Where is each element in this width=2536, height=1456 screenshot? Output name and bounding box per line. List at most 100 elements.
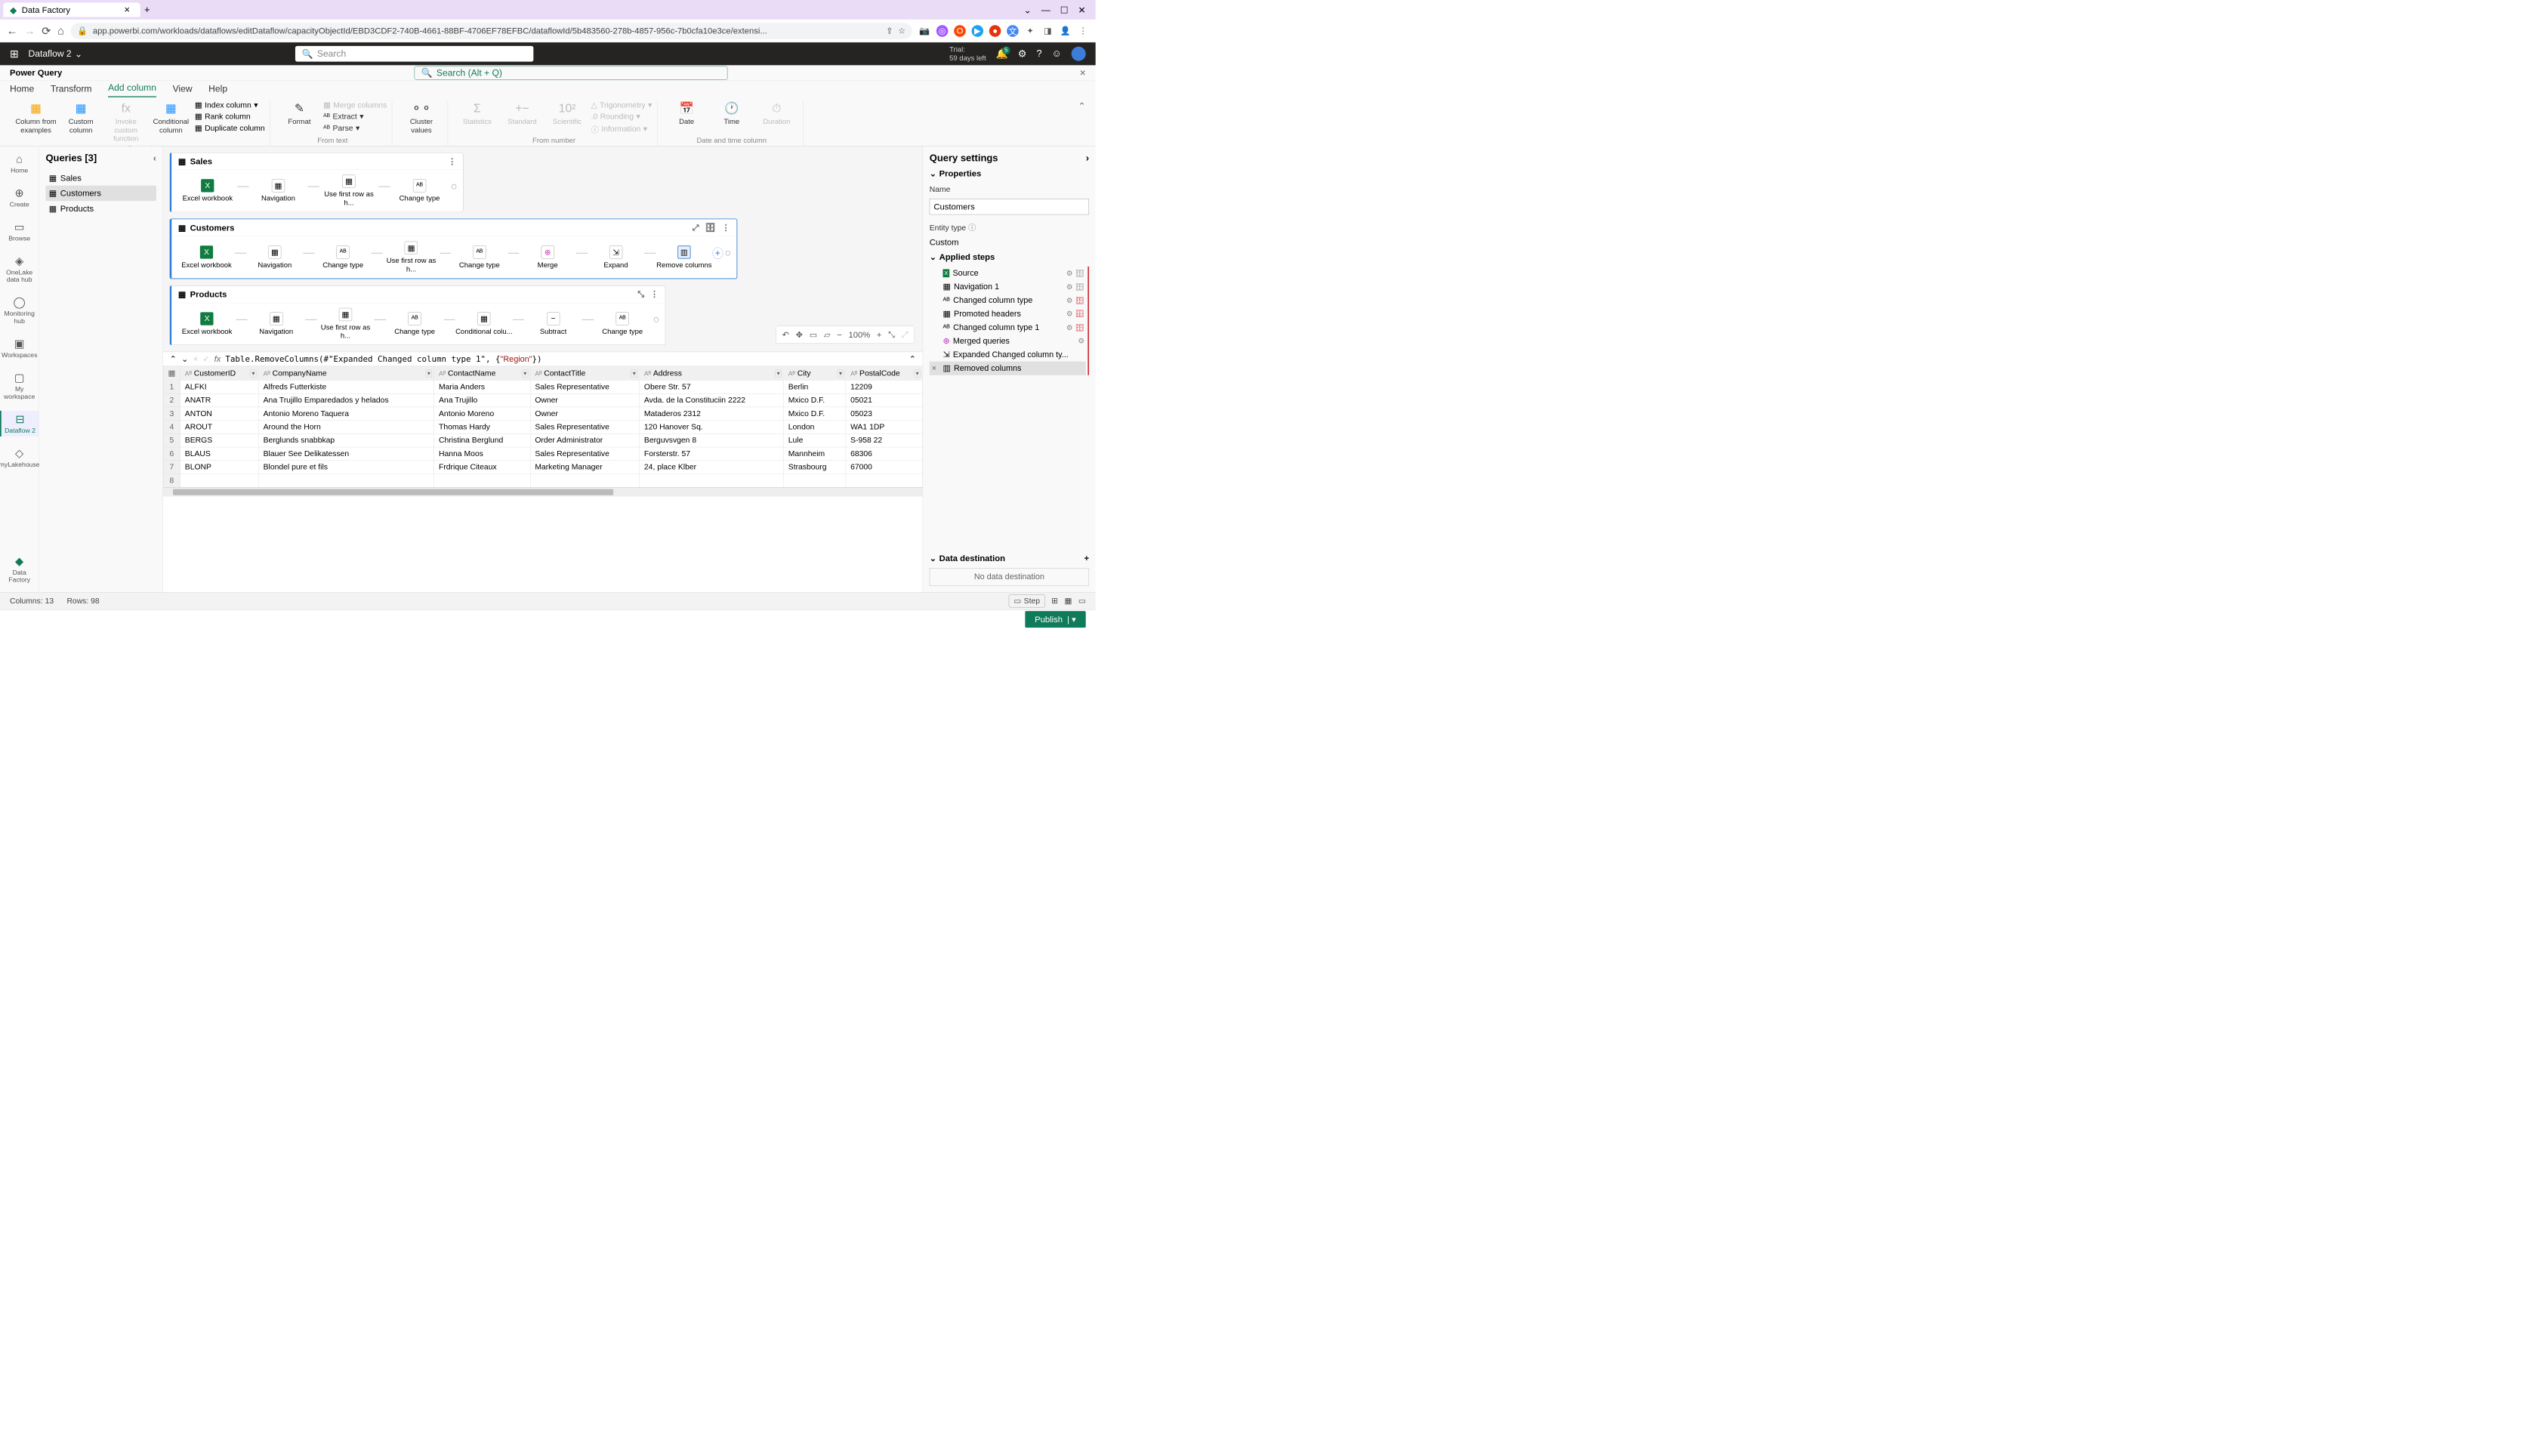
cell[interactable]: Blondel pure et fils <box>258 461 433 474</box>
step[interactable]: ᴬᴮChange type <box>386 312 443 335</box>
step[interactable]: ᴬᴮChange type <box>390 179 449 202</box>
column-from-examples-button[interactable]: ▦Column from examples <box>14 100 57 134</box>
cell[interactable]: Ana Trujillo Emparedados y helados <box>258 393 433 407</box>
table-row[interactable]: 4AROUTAround the HornThomas HardySales R… <box>163 421 922 434</box>
query-item-sales[interactable]: ▦ Sales <box>45 171 156 186</box>
step[interactable]: ᴬᴮChange type <box>594 312 651 335</box>
cell[interactable]: 5 <box>163 433 180 447</box>
expand-up-icon[interactable]: ⌃ <box>170 354 177 364</box>
cell[interactable]: 7 <box>163 461 180 474</box>
rail-browse[interactable]: ▭Browse <box>0 218 39 244</box>
cell[interactable]: 05023 <box>846 407 923 421</box>
cell[interactable]: Order Administrator <box>530 433 640 447</box>
applied-step[interactable]: ᴬᴮ Changed column type⚙🗄 <box>930 294 1086 307</box>
gear-icon[interactable]: ⚙ <box>1066 323 1073 332</box>
cell[interactable]: Around the Horn <box>258 421 433 434</box>
col-header[interactable]: AᴮContactName▾ <box>434 366 530 380</box>
table-row[interactable]: 2ANATRAna Trujillo Emparedados y helados… <box>163 393 922 407</box>
cell[interactable]: Mxico D.F. <box>784 393 846 407</box>
step[interactable]: −Subtract <box>524 312 582 335</box>
cell[interactable]: Berglunds snabbkap <box>258 433 433 447</box>
expand-down-icon[interactable]: ⌄ <box>181 354 188 364</box>
rail-onelake[interactable]: ◈OneLake data hub <box>0 252 39 285</box>
query-box-products[interactable]: ▦ Products⤡⋮ XExcel workbook ▦Navigation… <box>170 285 666 345</box>
step[interactable]: ▦Use first row as h... <box>383 242 440 273</box>
extensions-icon[interactable]: ✦ <box>1024 25 1036 37</box>
cell[interactable]: 2 <box>163 393 180 407</box>
step-selected[interactable]: ▥Remove columns <box>656 245 712 269</box>
help-icon[interactable]: ? <box>1036 48 1041 60</box>
url-input[interactable]: 🔒 app.powerbi.com/workloads/dataflows/ed… <box>71 23 912 39</box>
cell[interactable]: BLAUS <box>180 447 259 461</box>
col-header[interactable]: AᴮPostalCode▾ <box>846 366 923 380</box>
custom-column-button[interactable]: ▦Custom column <box>60 100 102 134</box>
collapse-icon[interactable]: ‹ <box>153 153 156 164</box>
applied-step[interactable]: ▦ Promoted headers⚙🗄 <box>930 307 1086 321</box>
cell[interactable]: Frdrique Citeaux <box>434 461 530 474</box>
cell[interactable]: WA1 1DP <box>846 421 923 434</box>
rail-lakehouse[interactable]: ◇myLakehouse <box>0 445 39 470</box>
invoke-function-button[interactable]: fxInvoke custom function <box>105 100 147 143</box>
rail-monitoring[interactable]: ◯Monitoring hub <box>0 294 39 327</box>
properties-section[interactable]: ⌄ Properties <box>930 168 1089 178</box>
col-header[interactable]: AᴮCompanyName▾ <box>258 366 433 380</box>
cell[interactable]: Mxico D.F. <box>784 407 846 421</box>
more-icon[interactable]: ⋮ <box>722 223 730 233</box>
table-row[interactable]: 6BLAUSBlauer See DelikatessenHanna MoosS… <box>163 447 922 461</box>
cell[interactable]: ALFKI <box>180 380 259 393</box>
step[interactable]: XExcel workbook <box>178 179 237 202</box>
ribbon-tab-view[interactable]: View <box>173 84 193 97</box>
cell[interactable]: Thomas Hardy <box>434 421 530 434</box>
extract-button[interactable]: ᴬᴮ Extract ▾ <box>323 112 387 122</box>
zoom-in-icon[interactable]: + <box>877 330 882 340</box>
cell[interactable]: Owner <box>530 407 640 421</box>
ribbon-tab-add-column[interactable]: Add column <box>108 82 156 97</box>
cell[interactable]: 8 <box>163 474 180 487</box>
gear-icon[interactable]: ⚙ <box>1066 282 1073 291</box>
statistics-button[interactable]: ΣStatistics <box>456 100 498 126</box>
step[interactable]: ▦Conditional colu... <box>455 312 513 335</box>
ext-icon[interactable]: 文 <box>1007 25 1019 37</box>
ribbon-tab-transform[interactable]: Transform <box>51 84 92 97</box>
rounding-button[interactable]: .0 Rounding ▾ <box>591 112 653 122</box>
parse-button[interactable]: ᴬᴮ Parse ▾ <box>323 123 387 133</box>
query-box-customers[interactable]: ▦ Customers⤢🗄⋮ XExcel workbook ▦Navigati… <box>170 218 738 279</box>
camera-icon[interactable]: 📷 <box>919 25 931 37</box>
ribbon-tab-help[interactable]: Help <box>208 84 227 97</box>
step[interactable]: ᴬᴮChange type <box>315 245 372 269</box>
ext-icon[interactable]: ▶ <box>971 25 983 37</box>
share-icon[interactable]: ⇪ <box>886 26 893 35</box>
table-row[interactable]: 8 <box>163 474 922 487</box>
cell[interactable]: 12209 <box>846 380 923 393</box>
pan-icon[interactable]: ✥ <box>796 330 803 340</box>
maximize-icon[interactable]: ☐ <box>1060 5 1069 15</box>
step[interactable]: ▦Navigation <box>248 312 305 335</box>
query-item-products[interactable]: ▦ Products <box>45 201 156 216</box>
forward-icon[interactable]: → <box>24 24 35 37</box>
db-icon[interactable]: 🗄 <box>1075 323 1084 332</box>
publish-button[interactable]: Publish | ▾ <box>1025 611 1085 628</box>
pq-search[interactable]: 🔍 Search (Alt + Q) <box>415 66 728 79</box>
gear-icon[interactable]: ⚙ <box>1066 296 1073 304</box>
collapse-icon[interactable]: ⤡ <box>637 289 644 300</box>
info-icon[interactable]: ⓘ <box>968 224 976 233</box>
rank-column-button[interactable]: ▦ Rank column <box>195 112 265 122</box>
chevron-down-icon[interactable]: ⌄ <box>1024 5 1032 15</box>
cell[interactable]: Lule <box>784 433 846 447</box>
accept-icon[interactable]: ✓ <box>202 354 209 364</box>
date-button[interactable]: 📅Date <box>665 100 708 126</box>
rail-home[interactable]: ⌂Home <box>0 151 39 177</box>
information-button[interactable]: ⓘ Information ▾ <box>591 123 653 134</box>
zoom-out-icon[interactable]: − <box>837 330 842 340</box>
cell[interactable] <box>434 474 530 487</box>
cell[interactable]: Sales Representative <box>530 380 640 393</box>
scientific-button[interactable]: 10²Scientific <box>546 100 588 126</box>
cell[interactable]: Marketing Manager <box>530 461 640 474</box>
new-tab-button[interactable]: + <box>140 5 154 16</box>
step[interactable]: ⊕Merge <box>520 245 576 269</box>
ext-icon[interactable]: ● <box>989 25 1001 37</box>
rail-workspaces[interactable]: ▣Workspaces <box>0 335 39 361</box>
time-button[interactable]: 🕐Time <box>711 100 753 126</box>
map-icon[interactable]: ▱ <box>824 330 831 340</box>
cell[interactable] <box>530 474 640 487</box>
